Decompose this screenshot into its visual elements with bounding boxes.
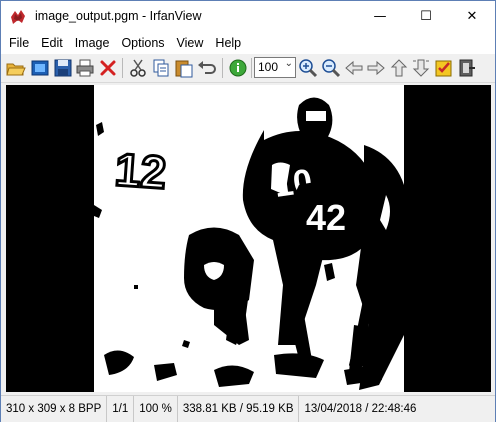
irfanview-app-icon[interactable] <box>9 8 27 26</box>
settings-icon[interactable] <box>433 57 455 79</box>
toolbar-separator <box>122 58 123 78</box>
toolbar-separator <box>251 58 252 78</box>
undo-icon[interactable] <box>196 57 218 79</box>
first-icon[interactable] <box>388 57 410 79</box>
chevron-down-icon: ⌄ <box>284 58 293 69</box>
zoom-dropdown[interactable]: 100 ⌄ <box>254 57 296 78</box>
menu-image[interactable]: Image <box>69 32 116 54</box>
minimize-button[interactable]: — <box>357 1 403 32</box>
toolbar <box>1 54 495 83</box>
last-icon[interactable] <box>410 57 432 79</box>
previous-icon[interactable] <box>343 57 365 79</box>
menu-edit[interactable]: Edit <box>35 32 69 54</box>
minimize-icon: — <box>373 9 387 24</box>
slideshow-icon[interactable] <box>29 57 51 79</box>
maximize-icon: ☐ <box>420 9 432 24</box>
jersey-number-right: 42 <box>306 197 346 238</box>
print-icon[interactable] <box>74 57 96 79</box>
toolbar-separator <box>222 58 223 78</box>
close-icon: ✕ <box>466 9 478 24</box>
zoom-out-icon[interactable] <box>320 57 342 79</box>
status-dimensions: 310 x 309 x 8 BPP <box>1 396 108 422</box>
menu-bar: File Edit Image Options View Help <box>1 32 495 54</box>
status-datetime: 13/04/2018 / 22:48:46 <box>304 403 417 415</box>
image-viewer[interactable]: 10 42 12 <box>6 85 491 392</box>
zoom-in-icon[interactable] <box>297 57 319 79</box>
exit-icon[interactable] <box>456 57 478 79</box>
status-page: 1/1 <box>107 396 135 422</box>
delete-icon[interactable] <box>97 57 119 79</box>
status-bar: 310 x 309 x 8 BPP 1/1 100 % 338.81 KB / … <box>1 395 495 422</box>
maximize-button[interactable]: ☐ <box>403 1 449 32</box>
save-icon[interactable] <box>52 57 74 79</box>
close-button[interactable]: ✕ <box>449 1 495 32</box>
menu-file[interactable]: File <box>1 32 35 54</box>
next-icon[interactable] <box>365 57 387 79</box>
copy-icon[interactable] <box>150 57 172 79</box>
irfanview-window: image_output.pgm - IrfanView — ☐ ✕ File … <box>0 0 496 422</box>
menu-options[interactable]: Options <box>115 32 170 54</box>
title-bar[interactable]: image_output.pgm - IrfanView — ☐ ✕ <box>1 1 495 32</box>
paste-icon[interactable] <box>173 57 195 79</box>
zoom-dropdown-value: 100 <box>258 60 279 74</box>
window-title: image_output.pgm - IrfanView <box>35 9 202 23</box>
status-file-size: 338.81 KB / 95.19 KB <box>178 396 300 422</box>
status-zoom: 100 % <box>134 396 178 422</box>
jersey-number-left: 12 <box>113 143 168 198</box>
image-content: 10 42 12 <box>94 85 404 392</box>
info-icon[interactable] <box>227 57 249 79</box>
cut-icon[interactable] <box>127 57 149 79</box>
menu-help[interactable]: Help <box>209 32 247 54</box>
football-photo: 10 42 12 <box>94 85 404 392</box>
menu-view[interactable]: View <box>171 32 210 54</box>
open-icon[interactable] <box>5 57 27 79</box>
